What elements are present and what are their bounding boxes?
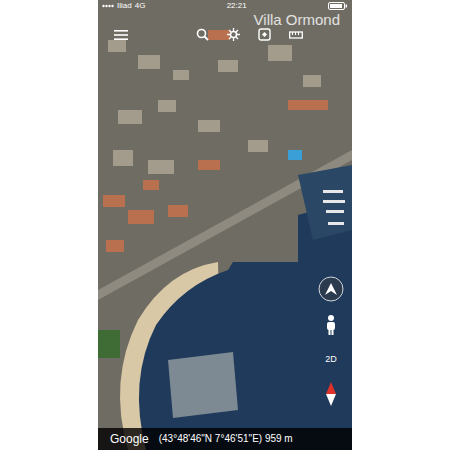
layers-icon[interactable] <box>258 28 271 41</box>
place-title: Villa Ormond <box>254 11 340 29</box>
coordinates: (43°48'46"N 7°46'51"E) 959 m <box>159 433 293 445</box>
street-view-icon[interactable] <box>324 314 338 336</box>
frame: Iliad 4G 22:21 Villa Ormond 2D Google <box>0 0 450 450</box>
footer-bar: Google (43°48'46"N 7°46'51"E) 959 m <box>98 428 352 450</box>
ruler-icon[interactable] <box>289 30 303 40</box>
signal-icon <box>102 3 114 9</box>
phone-screen: Iliad 4G 22:21 Villa Ormond 2D Google <box>98 0 352 450</box>
north-arrow-icon[interactable] <box>326 382 336 406</box>
status-bar: Iliad 4G 22:21 <box>98 0 352 11</box>
view-mode-button[interactable]: 2D <box>318 348 344 370</box>
map-controls: 2D <box>318 276 344 406</box>
network: 4G <box>135 1 146 11</box>
satellite-map[interactable] <box>98 0 352 450</box>
clock: 22:21 <box>227 1 247 11</box>
battery-icon <box>328 2 348 10</box>
menu-icon[interactable] <box>114 29 128 41</box>
search-icon[interactable] <box>196 28 209 41</box>
toolbar <box>98 28 352 41</box>
compass-icon[interactable] <box>318 276 344 302</box>
brand-logo: Google <box>110 432 149 446</box>
voyager-icon[interactable] <box>227 28 240 41</box>
carrier: Iliad <box>117 1 132 11</box>
